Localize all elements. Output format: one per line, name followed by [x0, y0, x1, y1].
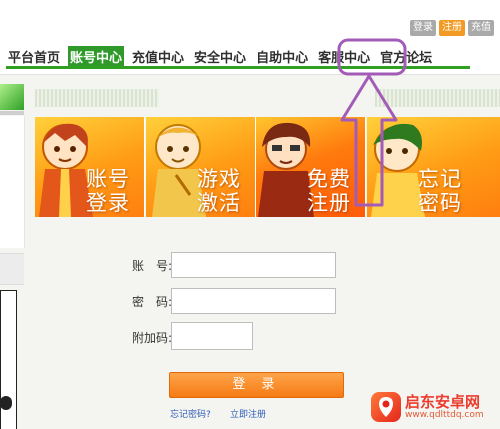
- header-panel: 登录 注册 充值 平台首页 账号中心 充值中心 安全中心 自助中心 客服中心 官…: [0, 0, 500, 75]
- register-now-link[interactable]: 立即注册: [230, 407, 266, 420]
- tile-free-register[interactable]: 免费 注册: [256, 117, 366, 217]
- top-links: 登录 注册 充值: [410, 20, 494, 36]
- nav-recharge-center[interactable]: 充值中心: [130, 46, 186, 67]
- tile-label-line2: 密码: [418, 191, 462, 215]
- nav-official-forum[interactable]: 官方论坛: [378, 46, 434, 67]
- tile-forgot-password[interactable]: 忘记 密码: [367, 117, 500, 217]
- tile-label: 游戏 激活: [191, 167, 247, 215]
- page: 登录 注册 充值 平台首页 账号中心 充值中心 安全中心 自助中心 客服中心 官…: [0, 0, 500, 429]
- tile-label: 账号 登录: [80, 167, 136, 215]
- nav-account-center[interactable]: 账号中心: [68, 45, 125, 67]
- section-title-bar-right: [375, 89, 500, 107]
- side-divider: [0, 111, 24, 115]
- side-character-fragment: [0, 396, 12, 410]
- side-panel: [0, 116, 25, 248]
- section-title-bar-left: [35, 89, 159, 107]
- password-label: 密 码:: [131, 295, 172, 309]
- tile-label-line2: 激活: [197, 191, 241, 215]
- nav-customer-service-center[interactable]: 客服中心: [316, 46, 372, 67]
- forgot-password-link[interactable]: 忘记密码?: [170, 407, 211, 420]
- side-panel-header: [0, 253, 24, 285]
- tile-label-line2: 登录: [86, 191, 130, 215]
- nav-home[interactable]: 平台首页: [6, 46, 62, 67]
- tile-label: 免费 注册: [301, 167, 357, 215]
- tile-label-line2: 注册: [307, 191, 351, 215]
- nav-self-service-center[interactable]: 自助中心: [254, 46, 310, 67]
- tile-account-login[interactable]: 账号 登录: [35, 117, 145, 217]
- tile-label-line1: 免费: [307, 167, 351, 191]
- password-input[interactable]: [171, 288, 336, 314]
- top-login-link[interactable]: 登录: [410, 20, 436, 36]
- tile-label: 忘记 密码: [412, 167, 468, 215]
- top-register-link[interactable]: 注册: [439, 20, 465, 36]
- side-green-banner: [0, 84, 24, 110]
- nav-security-center[interactable]: 安全中心: [192, 46, 248, 67]
- login-button[interactable]: 登 录: [169, 372, 344, 398]
- extra-code-label: 附加码:: [131, 331, 172, 345]
- extra-code-input[interactable]: [171, 322, 253, 350]
- watermark-url: www.qdlttdq.com: [405, 410, 484, 420]
- watermark-logo-icon: [371, 392, 401, 422]
- nav-underline: [6, 66, 470, 69]
- top-recharge-link[interactable]: 充值: [468, 20, 494, 36]
- tile-game-activation[interactable]: 游戏 激活: [146, 117, 256, 217]
- account-input[interactable]: [171, 252, 336, 278]
- tile-label-line1: 忘记: [418, 167, 462, 191]
- watermark-title: 启东安卓网: [405, 393, 481, 411]
- watermark: 启东安卓网 www.qdlttdq.com: [371, 388, 499, 428]
- account-label: 账 号:: [131, 259, 172, 273]
- tile-label-line1: 游戏: [197, 167, 241, 191]
- main-nav: 平台首页 账号中心 充值中心 安全中心 自助中心 客服中心 官方论坛: [6, 44, 440, 68]
- tile-label-line1: 账号: [86, 167, 130, 191]
